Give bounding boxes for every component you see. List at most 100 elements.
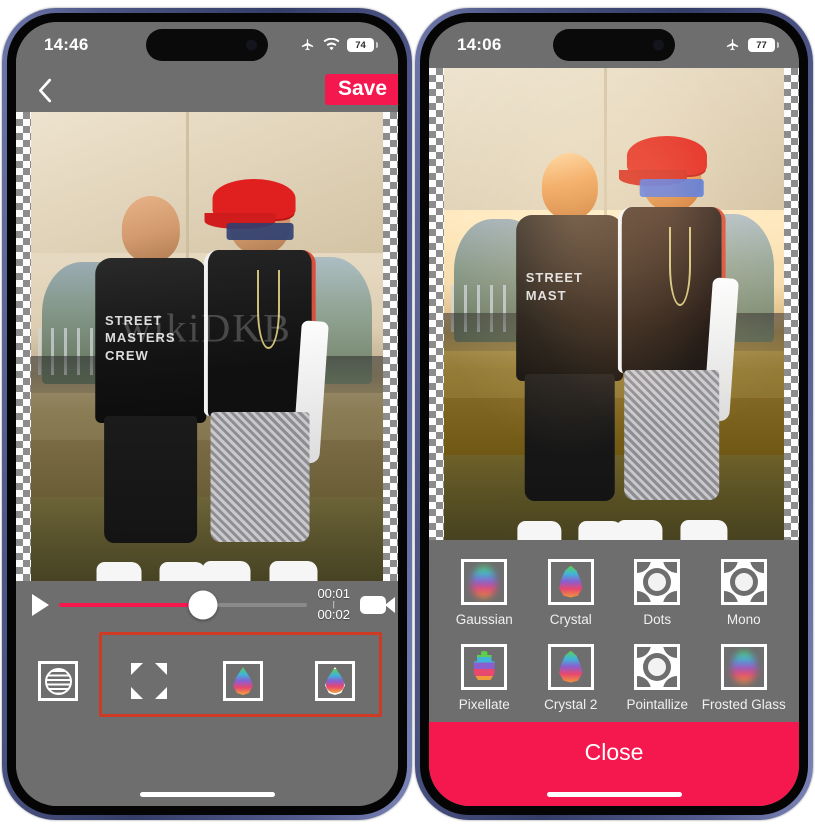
red-cap (204, 179, 296, 230)
filter-thumb (461, 643, 508, 690)
play-icon[interactable] (32, 594, 49, 616)
dynamic-island (553, 29, 675, 61)
battery-indicator: 74 (347, 38, 378, 52)
shoe (96, 561, 142, 581)
stripes-circle-icon (38, 661, 78, 701)
filter-thumb (547, 643, 594, 690)
crystal-icon (559, 565, 583, 598)
stripe-circle-glyph (44, 667, 72, 695)
person-right (607, 135, 739, 540)
quarter-tr (663, 561, 678, 573)
filter-thumb (720, 558, 767, 605)
chevron-left-icon (38, 78, 51, 102)
sunglasses (226, 222, 294, 241)
annotation-highlight-box (99, 632, 382, 717)
left-status-clock: 14:46 (44, 35, 89, 54)
transparency-checker-right (383, 112, 398, 581)
quarter-tl (723, 561, 738, 573)
left-nav-bar: Save (16, 68, 398, 112)
shoe (616, 520, 663, 540)
close-button[interactable]: Close (429, 722, 799, 782)
person-left-shorts (103, 415, 198, 543)
person-right (193, 179, 329, 581)
left-phone-frame: 14:46 74 Save STREET MASTERS CREW wikiDK… (2, 8, 412, 820)
dynamic-island (146, 29, 268, 61)
stripes-tool-button[interactable] (38, 661, 78, 701)
pointallize-icon (637, 646, 678, 687)
filter-label: Dots (643, 611, 672, 627)
quarter-tr (663, 646, 678, 658)
total-time: 00:02 (317, 607, 350, 622)
scrubber-knob[interactable] (188, 590, 218, 620)
filter-item-crystal-2[interactable]: Crystal 2 (528, 635, 615, 720)
airplane-icon (301, 38, 314, 50)
quarter-tl (637, 561, 652, 573)
filter-thumb (547, 558, 594, 605)
person-right-shoes (202, 561, 318, 581)
filter-item-mono[interactable]: Mono (701, 550, 788, 635)
filter-label: Pixellate (458, 696, 510, 712)
filter-item-gaussian[interactable]: Gaussian (441, 550, 528, 635)
filter-item-pointallize[interactable]: Pointallize (614, 635, 701, 720)
screenshot-stage: 14:46 74 Save STREET MASTERS CREW wikiDK… (0, 0, 815, 827)
quarter-tl (637, 646, 652, 658)
center-dot (648, 572, 667, 591)
left-photo: STREET MASTERS CREW wikiDKB (31, 112, 383, 581)
video-camera-icon[interactable] (360, 596, 386, 614)
filter-label: Pointallize (626, 696, 689, 712)
quarter-bl (637, 675, 652, 687)
transparency-checker-left (16, 112, 31, 581)
time-display: 00:01 | 00:02 (317, 586, 350, 623)
right-phone-frame: 14:06 77 STREET MAST Gaussian Crystal Do… (415, 8, 813, 820)
person-left-head (121, 196, 180, 262)
save-button[interactable]: Save (324, 74, 398, 105)
transparency-checker-left (429, 68, 444, 540)
quarter-tr (749, 561, 764, 573)
right-status-bar: 14:06 77 (429, 22, 799, 68)
person-left-shoes (96, 561, 206, 581)
progress-track[interactable] (59, 590, 308, 620)
right-photo-area[interactable]: STREET MAST (429, 68, 799, 540)
transparency-checker-right (784, 68, 799, 540)
frosted-glass-icon (730, 650, 757, 683)
shoe (517, 520, 562, 540)
necklace (669, 226, 692, 307)
center-dot (734, 572, 753, 591)
left-status-icons: 74 (299, 38, 378, 53)
filter-label: Frosted Glass (701, 696, 786, 712)
shoe (202, 561, 251, 581)
person-right-shoes (616, 520, 728, 540)
right-status-clock: 14:06 (457, 35, 502, 54)
shoe (268, 561, 318, 581)
right-phone-screen: 14:06 77 STREET MAST Gaussian Crystal Do… (429, 22, 799, 806)
left-photo-area[interactable]: STREET MASTERS CREW wikiDKB (16, 112, 398, 581)
filter-item-crystal[interactable]: Crystal (528, 550, 615, 635)
person-right-pants (623, 369, 720, 501)
person-right-pants (210, 411, 310, 542)
filter-panel: Gaussian Crystal Dots Mono Pixellate Crystal … (429, 540, 799, 806)
watermark: wikiDKB (122, 305, 292, 351)
filter-thumb (461, 558, 508, 605)
left-toolbar (16, 629, 398, 782)
left-phone-screen: 14:46 74 Save STREET MASTERS CREW wikiDK… (16, 22, 398, 806)
video-scrubber[interactable]: 00:01 | 00:02 (16, 581, 398, 629)
filter-item-dots[interactable]: Dots (614, 550, 701, 635)
filter-item-pixellate[interactable]: Pixellate (441, 635, 528, 720)
pixellate-icon (473, 650, 495, 680)
back-button[interactable] (16, 68, 72, 112)
front-camera-icon (653, 39, 664, 51)
filter-grid: Gaussian Crystal Dots Mono Pixellate Crystal … (429, 540, 799, 722)
left-status-bar: 14:46 74 (16, 22, 398, 68)
quarter-br (749, 590, 764, 602)
home-indicator[interactable] (139, 791, 275, 797)
person-left-shorts (524, 373, 616, 502)
person-left-head (541, 152, 598, 219)
filter-thumb (720, 643, 767, 690)
filter-thumb (634, 558, 681, 605)
quarter-bl (637, 590, 652, 602)
filter-item-frosted-glass[interactable]: Frosted Glass (701, 635, 788, 720)
red-cap (618, 135, 707, 186)
quarter-br (663, 675, 678, 687)
gaussian-blur-icon (471, 565, 498, 598)
home-indicator[interactable] (546, 791, 682, 797)
